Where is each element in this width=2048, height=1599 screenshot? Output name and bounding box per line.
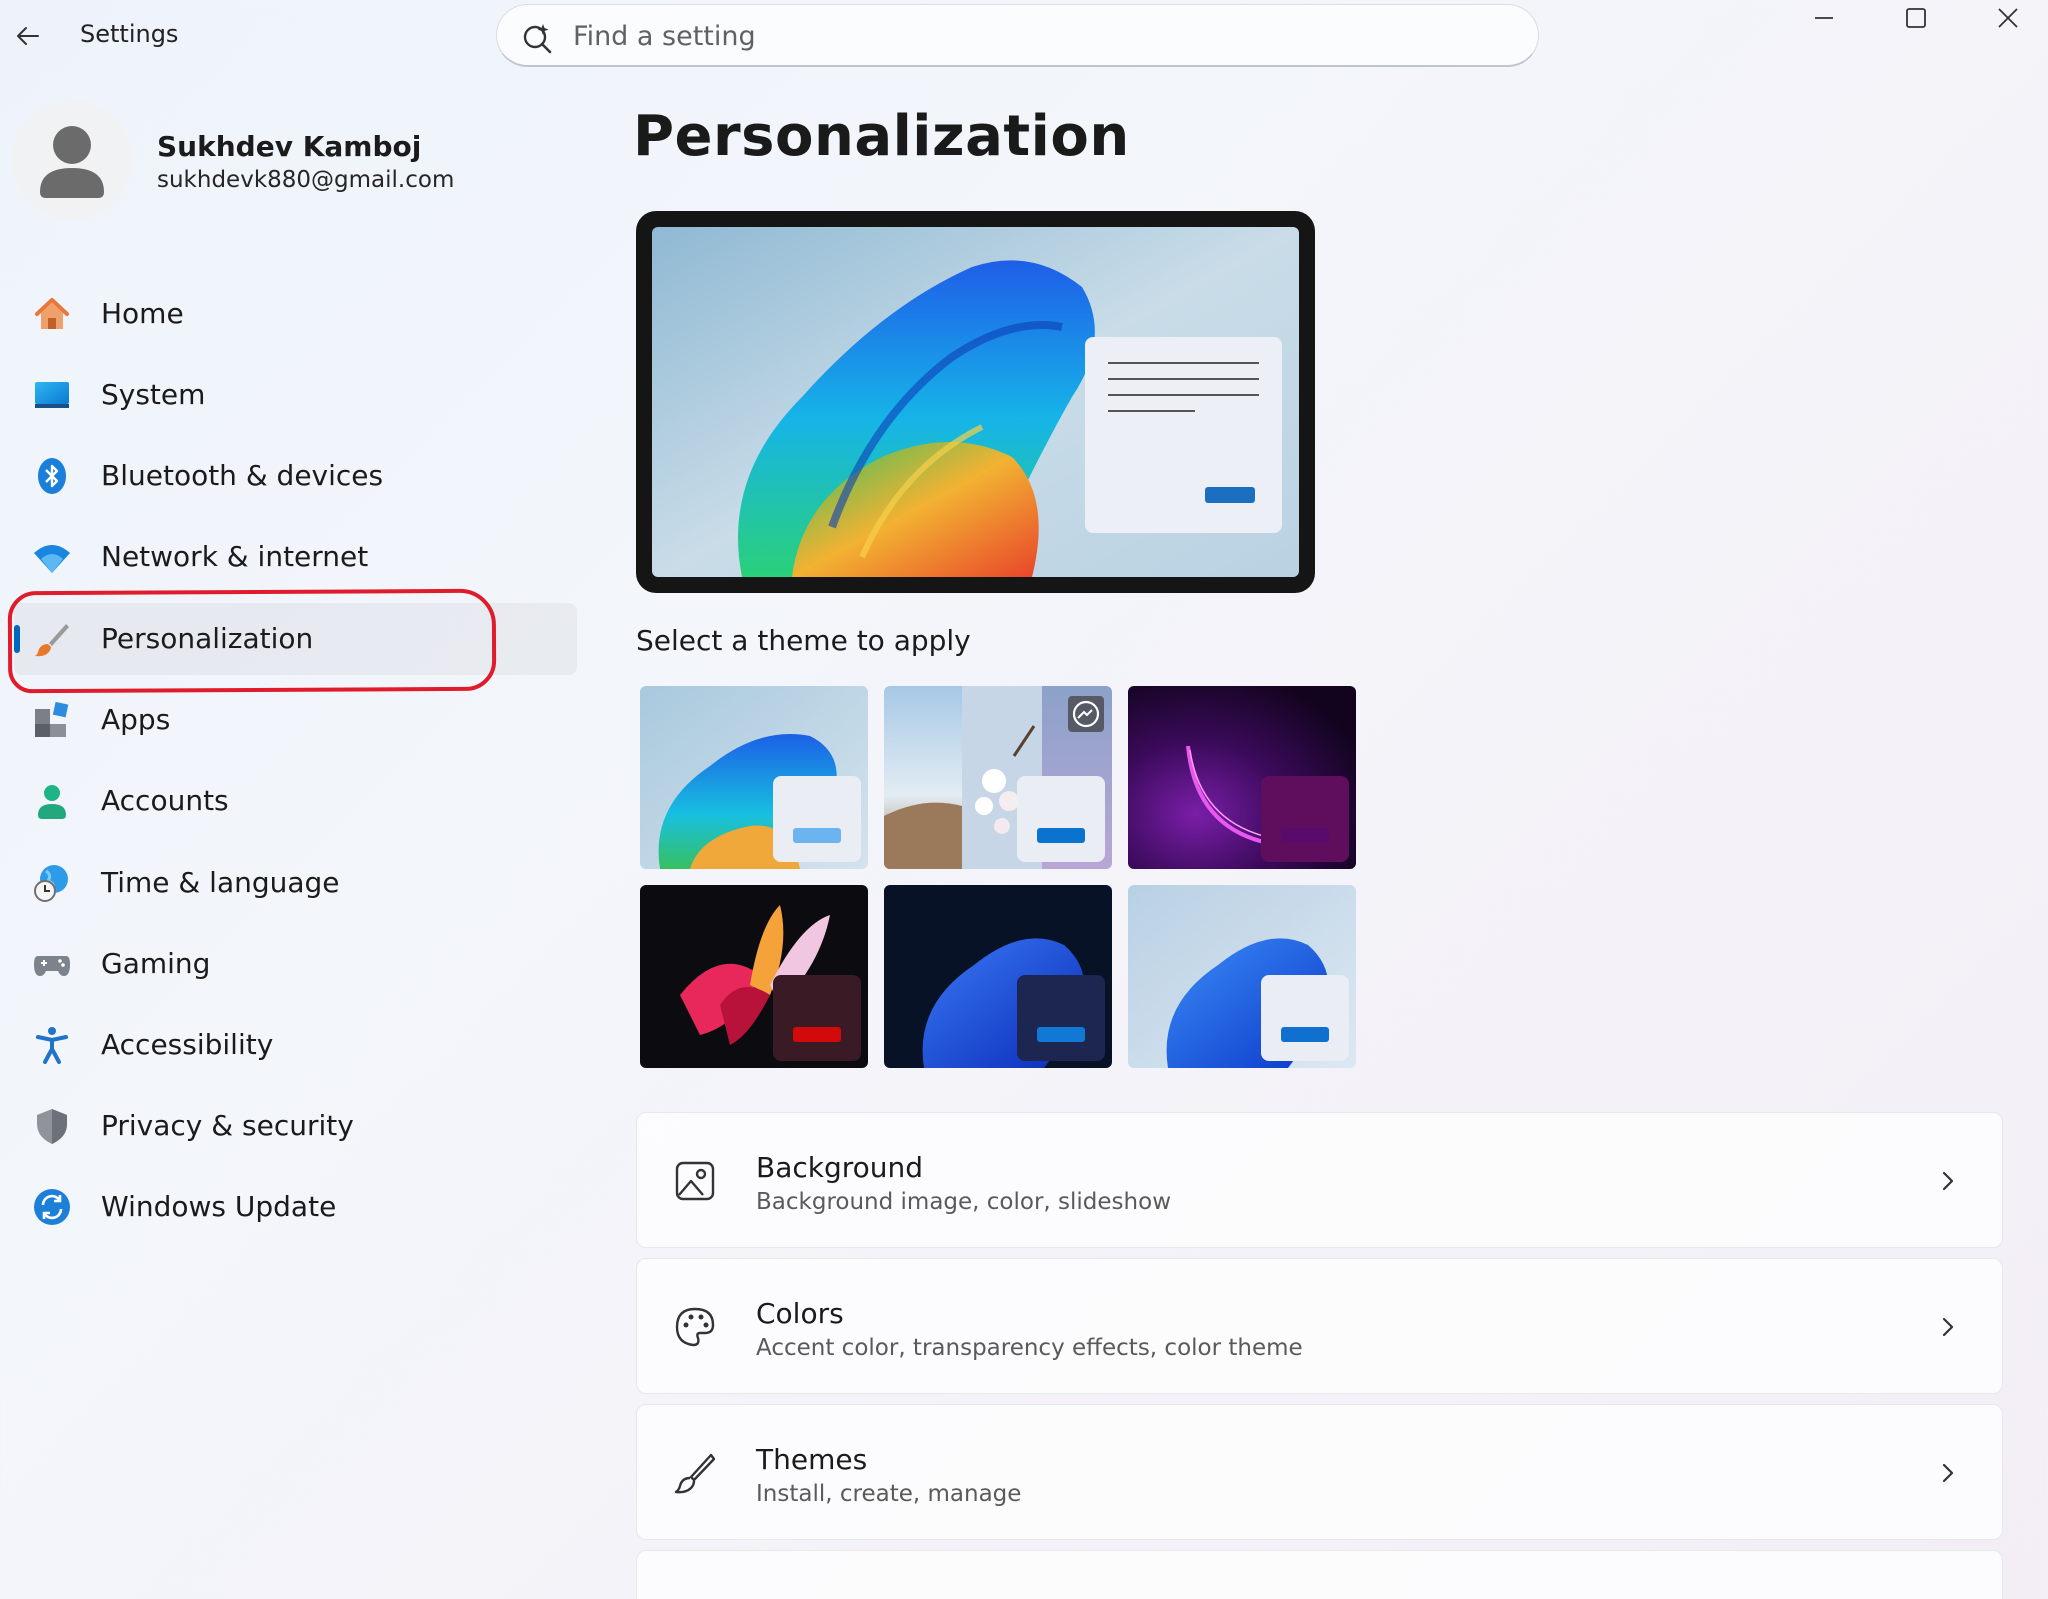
sidebar-item-network[interactable]: Network & internet — [14, 521, 577, 593]
page-title: Personalization — [633, 104, 1130, 169]
gamepad-icon — [34, 956, 70, 976]
chevron-right-icon — [1942, 1171, 1954, 1191]
maximize-icon — [1906, 8, 1926, 28]
themes-setting-card[interactable]: Themes Install, create, manage — [636, 1404, 2003, 1540]
theme-tile-captured-motion[interactable] — [640, 885, 868, 1068]
card-title: Themes — [756, 1443, 868, 1476]
search-input[interactable] — [573, 17, 1473, 55]
theme-thumbnail — [884, 686, 1112, 869]
sidebar-item-label: Time & language — [101, 866, 340, 899]
chevron-right-icon — [1942, 1317, 1954, 1337]
image-icon — [675, 1161, 715, 1201]
sidebar-item-label: Accessibility — [101, 1028, 274, 1061]
sidebar-item-home[interactable]: Home — [14, 278, 577, 350]
sidebar-item-label: Apps — [101, 703, 171, 736]
wallpaper-bloom-image — [652, 227, 1299, 577]
system-icon — [35, 382, 69, 408]
theme-tile-windows-dark[interactable] — [884, 885, 1112, 1068]
theme-tile-flow[interactable] — [1128, 885, 1356, 1068]
theme-tile-windows-light[interactable] — [640, 686, 868, 869]
sidebar-item-label: Gaming — [101, 947, 211, 980]
card-subtitle: Background image, color, slideshow — [756, 1189, 1171, 1215]
theme-thumbnail — [640, 885, 868, 1068]
user-email: sukhdevk880@gmail.com — [157, 167, 455, 193]
shield-icon — [37, 1109, 67, 1144]
back-button[interactable] — [12, 20, 44, 52]
home-icon — [35, 298, 69, 329]
close-button[interactable] — [1962, 0, 2048, 40]
close-icon — [1998, 8, 2018, 28]
card-title: Colors — [756, 1297, 844, 1330]
background-setting-card[interactable]: Background Background image, color, slid… — [636, 1112, 2003, 1248]
sidebar-item-accessibility[interactable]: Accessibility — [14, 1009, 577, 1081]
annotation-highlight — [7, 588, 497, 694]
sidebar-item-label: Windows Update — [101, 1190, 337, 1223]
accessibility-icon — [36, 1027, 68, 1064]
card-subtitle: Install, create, manage — [756, 1481, 1022, 1507]
search-box[interactable] — [496, 4, 1539, 67]
sidebar-item-label: Home — [101, 297, 184, 330]
search-icon — [523, 24, 552, 54]
wifi-icon — [34, 545, 70, 573]
app-title: Settings — [80, 20, 179, 48]
sidebar-item-time-language[interactable]: Time & language — [14, 847, 577, 919]
sidebar-item-windows-update[interactable]: Windows Update — [14, 1171, 577, 1243]
card-title: Background — [756, 1151, 924, 1184]
back-arrow-icon — [17, 27, 39, 45]
bluetooth-icon — [38, 458, 66, 494]
minimize-button[interactable] — [1778, 0, 1870, 40]
maximize-button[interactable] — [1870, 0, 1962, 40]
update-icon — [34, 1189, 70, 1225]
theme-thumbnail — [640, 686, 868, 869]
palette-icon — [675, 1307, 715, 1347]
theme-section-label: Select a theme to apply — [636, 624, 971, 657]
theme-preview — [636, 211, 1315, 593]
chevron-right-icon — [1942, 1463, 1954, 1483]
sidebar-item-privacy-security[interactable]: Privacy & security — [14, 1090, 577, 1162]
colors-setting-card[interactable]: Colors Accent color, transparency effect… — [636, 1258, 2003, 1394]
user-avatar-icon — [12, 100, 132, 220]
sidebar-item-label: System — [101, 378, 206, 411]
next-setting-card-partial[interactable] — [636, 1550, 2003, 1599]
sidebar-item-label: Network & internet — [101, 540, 369, 573]
theme-thumbnail — [1128, 885, 1356, 1068]
accounts-icon — [38, 785, 66, 819]
theme-thumbnail — [1128, 686, 1356, 869]
sidebar-item-label: Bluetooth & devices — [101, 459, 384, 492]
sidebar-item-gaming[interactable]: Gaming — [14, 928, 577, 1000]
globe-clock-icon — [34, 865, 68, 902]
sidebar-item-label: Accounts — [101, 784, 229, 817]
theme-tile-spotlight[interactable] — [884, 686, 1112, 869]
minimize-icon — [1815, 17, 1833, 19]
theme-thumbnail — [884, 885, 1112, 1068]
user-name: Sukhdev Kamboj — [157, 130, 422, 163]
sidebar-item-accounts[interactable]: Accounts — [14, 765, 577, 837]
title-bar: Settings — [0, 0, 2048, 72]
apps-icon — [35, 701, 69, 737]
sidebar-item-system[interactable]: System — [14, 359, 577, 431]
sidebar-item-apps[interactable]: Apps — [14, 684, 577, 756]
sidebar-item-bluetooth[interactable]: Bluetooth & devices — [14, 440, 577, 512]
brush-icon — [674, 1453, 716, 1494]
avatar[interactable] — [12, 100, 132, 220]
sidebar-item-label: Privacy & security — [101, 1109, 354, 1142]
theme-tile-glow[interactable] — [1128, 686, 1356, 869]
card-subtitle: Accent color, transparency effects, colo… — [756, 1335, 1303, 1361]
